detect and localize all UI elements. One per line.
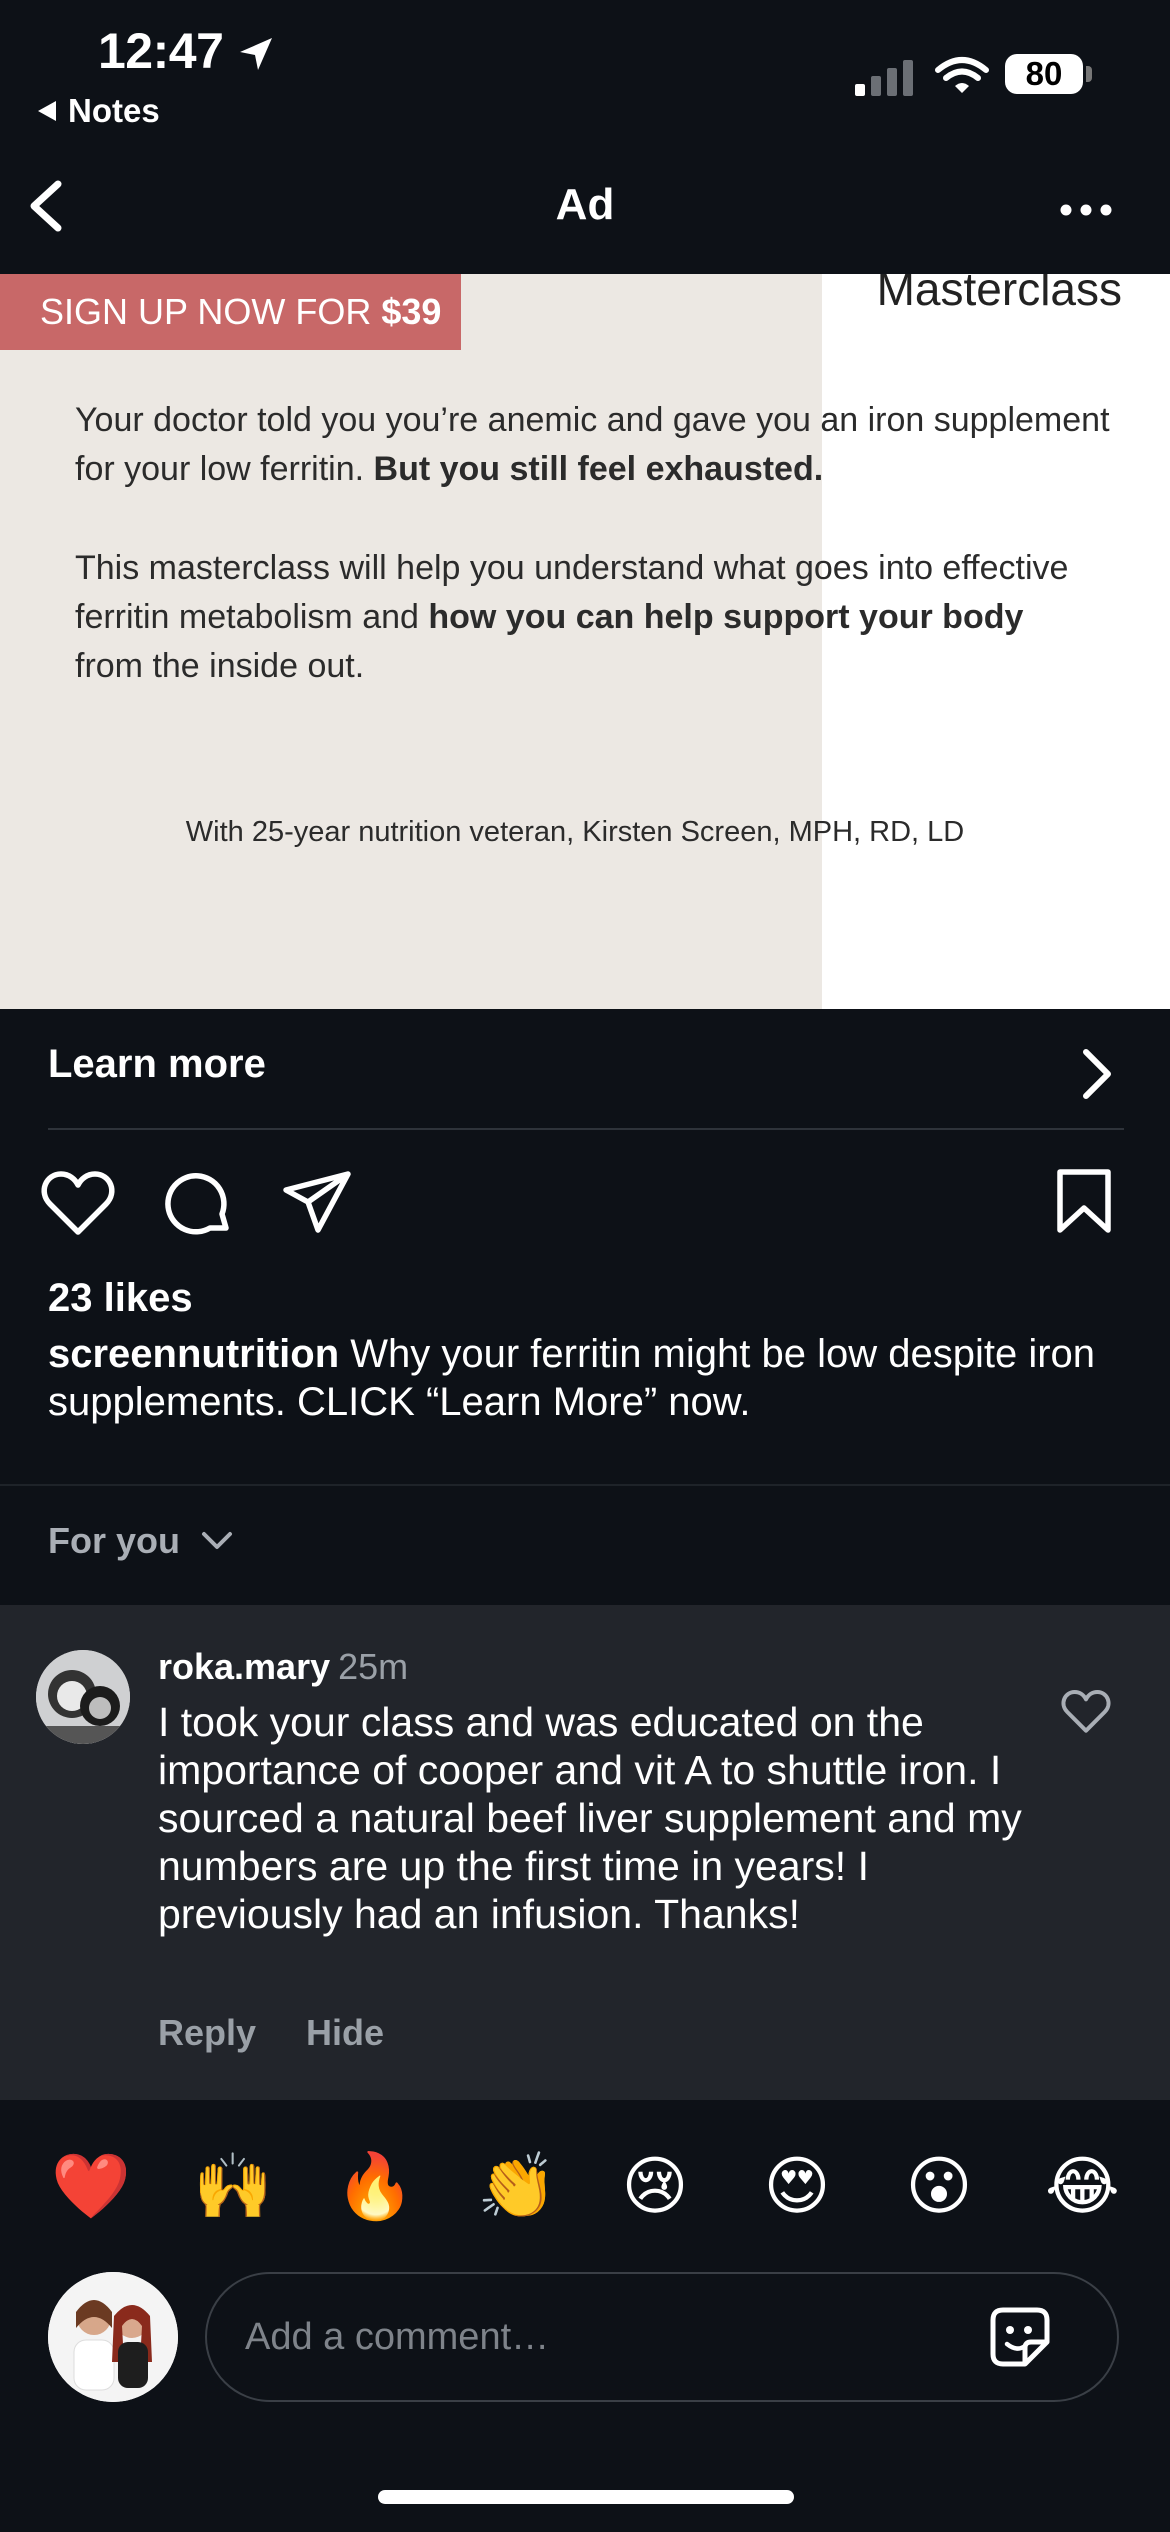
banner-text: SIGN UP NOW FOR: [40, 291, 372, 332]
home-indicator[interactable]: [378, 2490, 794, 2504]
comment-header: roka.mary 25m: [158, 1646, 408, 1688]
divider: [48, 1128, 1124, 1130]
more-icon[interactable]: [1058, 202, 1114, 218]
divider: [0, 1484, 1170, 1486]
emoji-crying[interactable]: 😢: [619, 2150, 691, 2222]
comments-filter-dropdown[interactable]: For you: [48, 1520, 234, 1562]
caption-username[interactable]: screennutrition: [48, 1332, 339, 1376]
ad-paragraph-2: This masterclass will help you understan…: [75, 544, 1075, 691]
ad-credit: With 25-year nutrition veteran, Kirsten …: [185, 816, 965, 848]
emoji-heart[interactable]: ❤️: [51, 2150, 131, 2222]
ad-paragraph-2-text-b: from the inside out.: [75, 647, 365, 685]
post-caption: screennutrition Why your ferritin might …: [48, 1330, 1128, 1426]
chevron-down-icon: [200, 1530, 234, 1552]
back-to-app-button[interactable]: Notes: [36, 92, 160, 130]
ad-paragraph-2-bold: how you can help support your body: [428, 598, 1024, 636]
battery-nub: [1086, 66, 1092, 82]
location-arrow-icon: [236, 34, 276, 74]
reply-button[interactable]: Reply: [158, 2012, 256, 2054]
page-title: Ad: [555, 180, 615, 229]
my-avatar: [48, 2272, 178, 2402]
emoji-clapping[interactable]: 👏: [477, 2150, 557, 2222]
status-time: 12:47: [98, 23, 224, 79]
signal-icon: [855, 58, 917, 96]
comment-icon[interactable]: [162, 1168, 234, 1240]
ad-signup-banner: SIGN UP NOW FOR $39: [0, 274, 461, 350]
back-triangle-icon: [36, 99, 58, 123]
emoji-raising-hands[interactable]: 🙌: [193, 2150, 273, 2222]
ad-paragraph-1-bold: But you still feel exhausted.: [373, 450, 824, 488]
wifi-icon: [935, 56, 989, 96]
chevron-right-icon[interactable]: [1078, 1046, 1114, 1102]
sticker-icon[interactable]: [985, 2302, 1055, 2372]
filter-label: For you: [48, 1520, 180, 1561]
emoji-surprised[interactable]: 😮: [903, 2150, 975, 2222]
learn-more-button[interactable]: Learn more: [48, 1042, 266, 1087]
ad-brand-text: Masterclass: [876, 274, 1122, 315]
bookmark-icon[interactable]: [1054, 1168, 1114, 1236]
ad-paragraph-1: Your doctor told you you’re anemic and g…: [75, 396, 1115, 494]
heart-icon[interactable]: [40, 1168, 116, 1240]
avatar[interactable]: [36, 1650, 130, 1744]
emoji-laughing[interactable]: 😂: [1045, 2150, 1120, 2222]
emoji-fire[interactable]: 🔥: [335, 2150, 415, 2222]
comment-like-icon[interactable]: [1060, 1688, 1112, 1736]
back-app-label: Notes: [68, 92, 160, 129]
comment-username[interactable]: roka.mary: [158, 1646, 330, 1687]
likes-count[interactable]: 23 likes: [48, 1276, 193, 1321]
comment-time: 25m: [338, 1646, 409, 1687]
ad-image[interactable]: Masterclass SIGN UP NOW FOR $39 Your doc…: [0, 274, 1170, 1009]
battery-icon: 80: [1005, 54, 1083, 94]
comment-input[interactable]: Add a comment…: [205, 2272, 1119, 2402]
hide-button[interactable]: Hide: [306, 2012, 384, 2054]
emoji-heart-eyes[interactable]: 😍: [761, 2150, 833, 2222]
banner-price: $39: [381, 291, 442, 332]
share-icon[interactable]: [282, 1168, 354, 1240]
comment-text: I took your class and was educated on th…: [158, 1699, 1022, 1937]
